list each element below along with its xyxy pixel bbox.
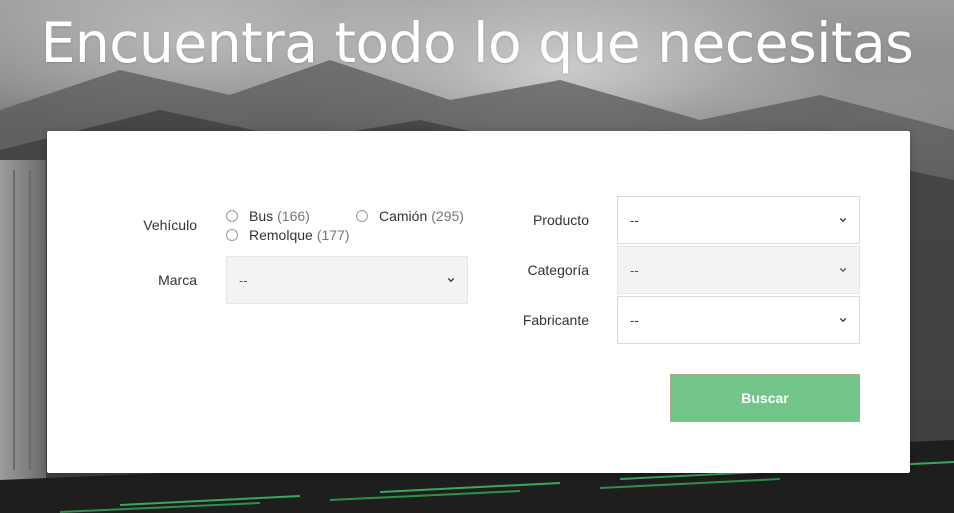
category-select[interactable]: -- — [617, 246, 860, 294]
chevron-down-icon — [839, 217, 847, 223]
vehicle-label: Vehículo — [143, 217, 197, 233]
hero-title: Encuentra todo lo que necesitas — [40, 11, 914, 75]
vehicle-option-count: (295) — [431, 208, 464, 224]
radio-icon[interactable] — [356, 210, 368, 222]
vehicle-option-name: Bus — [249, 208, 274, 224]
chevron-down-icon — [839, 267, 847, 273]
vehicle-option-name: Camión — [379, 208, 428, 224]
chevron-down-icon — [447, 277, 455, 283]
product-select-value: -- — [630, 212, 639, 228]
category-select-value: -- — [630, 262, 639, 278]
product-label: Producto — [532, 212, 589, 228]
brand-select[interactable]: -- — [226, 256, 468, 304]
vehicle-option-camion[interactable]: Camión (295) — [356, 208, 464, 224]
manufacturer-select[interactable]: -- — [617, 296, 860, 344]
category-label: Categoría — [527, 262, 589, 278]
manufacturer-label: Fabricante — [522, 312, 589, 328]
vehicle-option-remolque[interactable]: Remolque (177) — [226, 227, 350, 243]
radio-icon[interactable] — [226, 210, 238, 222]
manufacturer-select-value: -- — [630, 312, 639, 328]
search-button[interactable]: Buscar — [670, 374, 860, 422]
brand-select-value: -- — [239, 272, 248, 288]
radio-icon[interactable] — [226, 229, 238, 241]
chevron-down-icon — [839, 317, 847, 323]
product-select[interactable]: -- — [617, 196, 860, 244]
vehicle-option-count: (166) — [277, 208, 310, 224]
brand-label: Marca — [158, 272, 197, 288]
vehicle-option-count: (177) — [316, 227, 350, 243]
vehicle-option-bus[interactable]: Bus (166) — [226, 208, 310, 224]
vehicle-option-name: Remolque — [249, 227, 313, 243]
search-form-card: Vehículo Bus (166) Camión (295) Remolque… — [47, 131, 910, 473]
